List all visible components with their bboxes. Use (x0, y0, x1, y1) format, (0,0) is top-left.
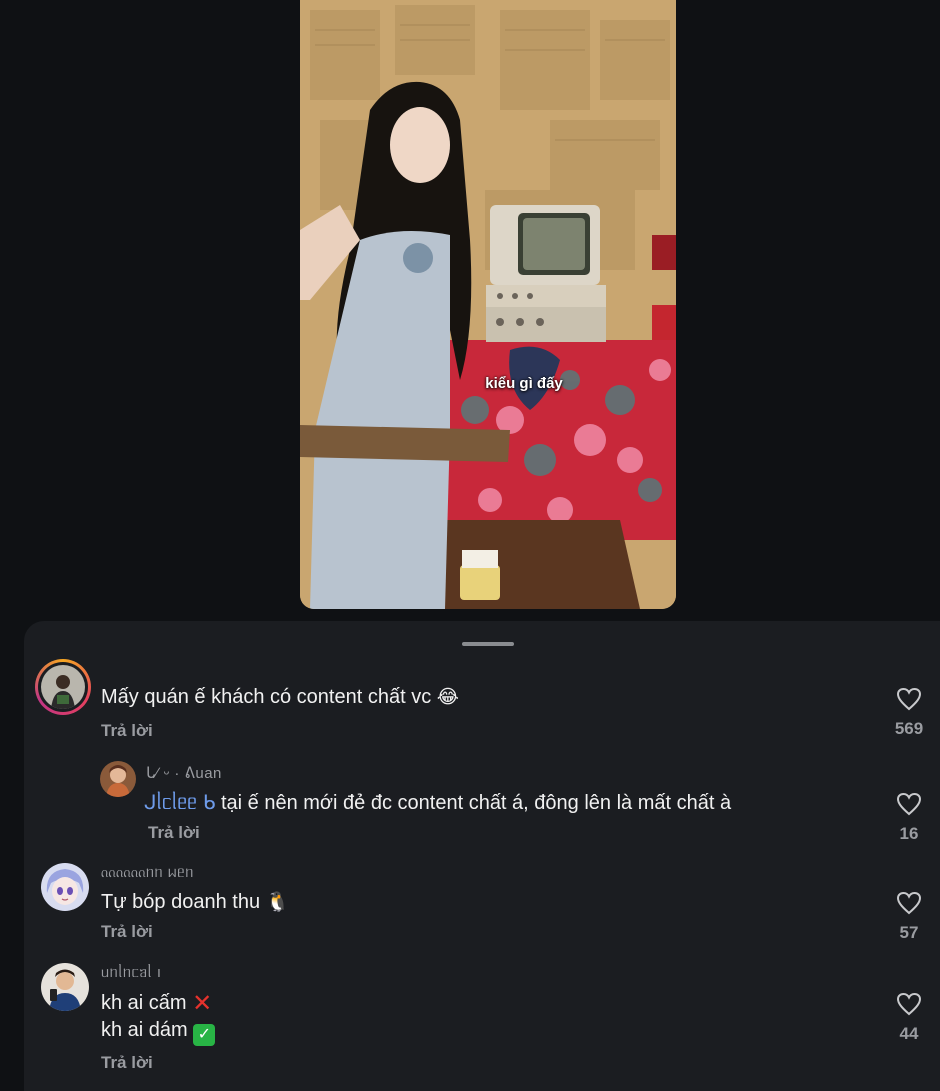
reply-comment-item: ᒐ∕ ᵕ · ᕕuan ᒍᥣᥴᥣᥱᥱ ᑲ tại ế nên mới đẻ đc… (24, 761, 940, 851)
comment-username[interactable]: ᒐ∕ ᵕ · ᕕuan (146, 764, 222, 782)
heart-outline-icon (896, 687, 922, 711)
like-count: 57 (899, 923, 919, 942)
person-photo-avatar-icon (41, 665, 85, 709)
comment-username[interactable]: ᥙᥒᥣᥒᥴᥑᥣ ı (101, 964, 162, 981)
anime-character-avatar-icon[interactable] (41, 863, 89, 911)
comment-username[interactable]: ᦶᦶᦶᥒᥒ ᥕᥱᥒ (101, 864, 194, 882)
like-button[interactable]: 57 (889, 891, 929, 943)
heart-outline-icon (896, 891, 922, 915)
cross-mark-emoji-icon: ✕ (192, 990, 213, 1017)
penguin-emoji-icon: 🐧 (265, 891, 290, 913)
reply-button[interactable]: Trả lời (101, 1053, 153, 1073)
comment-text: ᒍᥣᥴᥣᥱᥱ ᑲ tại ế nên mới đẻ đc content chấ… (144, 792, 732, 814)
comment-item: Mấy quán ế khách có content chất vc 😂 Tr… (24, 659, 940, 749)
reply-button[interactable]: Trả lời (148, 823, 200, 843)
reply-button[interactable]: Trả lời (101, 721, 153, 741)
like-button[interactable]: 44 (889, 992, 929, 1044)
comment-text-line-1: kh ai cấm ✕ (101, 990, 213, 1017)
comments-sheet: Mấy quán ế khách có content chất vc 😂 Tr… (24, 621, 940, 1091)
heart-outline-icon (896, 792, 922, 816)
mention-link[interactable]: ᒍᥣᥴᥣᥱᥱ ᑲ (144, 792, 215, 814)
video-frame-image (300, 0, 676, 609)
comment-item: ᥙᥒᥣᥒᥴᥑᥣ ı kh ai cấm ✕ kh ai dám ✓ Trả lờ… (24, 961, 940, 1091)
like-count: 569 (894, 719, 924, 738)
comment-text: Tự bóp doanh thu 🐧 (101, 891, 290, 913)
laughing-emoji-icon: 😂 (436, 686, 459, 708)
like-button[interactable]: 569 (889, 687, 929, 739)
person-photo-avatar-icon[interactable] (41, 963, 89, 1011)
comment-text: Mấy quán ế khách có content chất vc 😂 (101, 686, 459, 708)
check-mark-emoji-icon: ✓ (193, 1024, 216, 1046)
sheet-drag-handle[interactable] (462, 642, 514, 646)
like-count: 16 (899, 824, 919, 843)
reply-button[interactable]: Trả lời (101, 922, 153, 942)
person-photo-avatar-icon[interactable] (100, 761, 136, 797)
like-button[interactable]: 16 (889, 792, 929, 844)
comment-text-line-2: kh ai dám ✓ (101, 1019, 216, 1046)
video-player[interactable]: kiểu gì đấy (300, 0, 676, 609)
heart-outline-icon (896, 992, 922, 1016)
comment-item: ᦶᦶᦶᥒᥒ ᥕᥱᥒ Tự bóp doanh thu 🐧 Trả lời 57 (24, 861, 940, 951)
video-caption: kiểu gì đấy (485, 375, 563, 392)
avatar-story-ring[interactable] (35, 659, 91, 715)
like-count: 44 (899, 1024, 919, 1043)
